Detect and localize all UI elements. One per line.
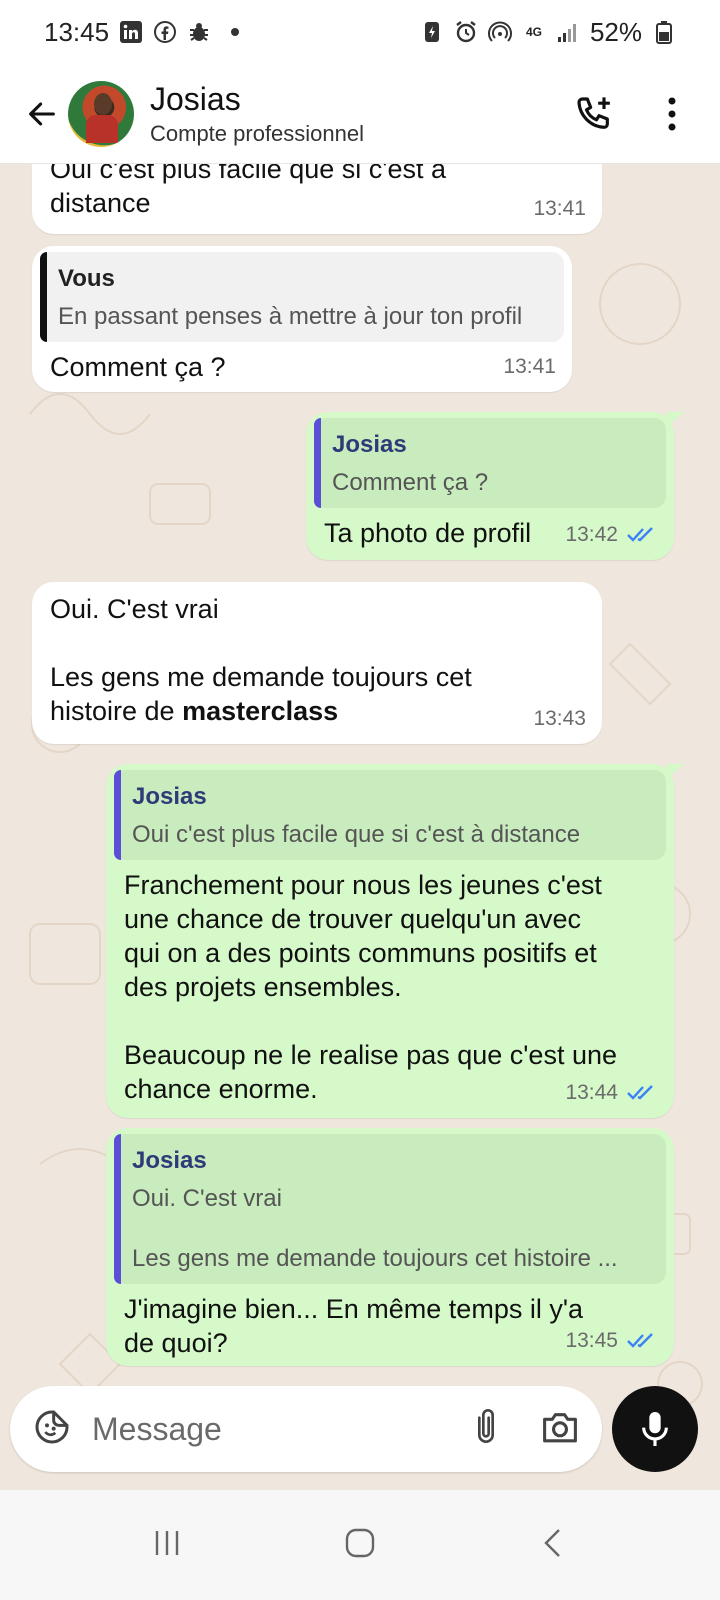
system-back-button[interactable]: [537, 1527, 569, 1564]
message-bubble-incoming[interactable]: Oui. C'est vrai Les gens me demande touj…: [32, 582, 602, 744]
message-text-bold: masterclass: [182, 696, 339, 726]
attachment-icon[interactable]: [470, 1407, 502, 1452]
more-options-button[interactable]: [648, 90, 696, 138]
emoji-sticker-icon[interactable]: [32, 1407, 72, 1452]
avatar[interactable]: [68, 80, 134, 147]
battery-icon: [652, 20, 676, 44]
message-time: 13:45: [565, 1329, 618, 1352]
camera-icon[interactable]: [540, 1409, 580, 1450]
quote-author: Josias: [132, 783, 207, 810]
message-text: Oui. C'est vrai Les gens me demande touj…: [50, 592, 586, 728]
message-input[interactable]: Message: [92, 1411, 470, 1448]
voice-record-button[interactable]: [612, 1386, 698, 1472]
quoted-message[interactable]: Josias Oui. C'est vrai Les gens me deman…: [114, 1134, 666, 1284]
alarm-icon: [454, 20, 478, 44]
quote-text: Oui c'est plus facile que si c'est à dis…: [132, 821, 581, 848]
message-bubble-outgoing[interactable]: Josias Oui. C'est vrai Les gens me deman…: [106, 1128, 674, 1366]
message-bubble-incoming[interactable]: Oui c'est plus facile que si c'est à dis…: [32, 164, 602, 234]
linkedin-icon: [119, 20, 143, 44]
contact-name: Josias: [150, 80, 241, 117]
signal-icon: [556, 20, 580, 44]
add-call-button[interactable]: [570, 90, 618, 138]
microphone-icon: [642, 1412, 668, 1446]
message-time: 13:42: [565, 523, 618, 546]
contact-subtitle: Compte professionnel: [150, 120, 365, 146]
message-text: Franchement pour nous les jeunes c'est u…: [124, 870, 618, 1104]
home-button[interactable]: [344, 1527, 376, 1564]
quote-author: Vous: [58, 265, 115, 292]
message-input-box[interactable]: Message: [10, 1386, 602, 1472]
chat-header: Josias Compte professionnel: [0, 64, 720, 164]
more-vert-icon: [668, 97, 676, 130]
read-ticks-icon: [626, 1332, 658, 1350]
message-time: 13:44: [565, 1081, 618, 1104]
battery-percent: 52%: [589, 16, 642, 47]
notification-dot-icon: [231, 28, 240, 36]
message-text: Ta photo de profil: [324, 518, 532, 548]
status-time: 13:45: [44, 16, 110, 47]
chevron-left-icon: [544, 1528, 561, 1557]
contact-info[interactable]: Josias Compte professionnel: [150, 81, 364, 147]
system-nav-bar: [0, 1490, 720, 1600]
read-ticks-icon: [626, 526, 658, 544]
quote-text: Comment ça ?: [332, 469, 489, 496]
home-icon: [345, 1528, 375, 1557]
message-time: 13:41: [533, 197, 586, 220]
quoted-message[interactable]: Josias Comment ça ?: [314, 418, 666, 508]
back-button[interactable]: [10, 82, 74, 146]
chat-area[interactable]: Oui c'est plus facile que si c'est à dis…: [0, 164, 720, 1490]
bug-icon: [187, 20, 211, 44]
hotspot-icon: [487, 20, 512, 44]
quote-author: Josias: [132, 1147, 207, 1174]
facebook-icon: [153, 20, 177, 44]
message-time: 13:41: [503, 355, 556, 378]
phone-plus-icon: [577, 96, 610, 129]
message-bubble-outgoing[interactable]: Josias Comment ça ? Ta photo de profil 1…: [306, 412, 684, 560]
arrow-left-icon: [29, 102, 55, 125]
message-text: Oui c'est plus facile que si c'est à dis…: [50, 164, 454, 218]
status-bar: 13:45 4G 52%: [0, 0, 720, 64]
quote-text: En passant penses à mettre à jour ton pr…: [58, 303, 523, 330]
recents-icon: [155, 1530, 178, 1555]
message-time: 13:43: [533, 707, 586, 730]
battery-saver-icon: [420, 20, 444, 44]
message-bubble-outgoing[interactable]: Josias Oui c'est plus facile que si c'es…: [106, 764, 684, 1118]
quoted-message[interactable]: Vous En passant penses à mettre à jour t…: [40, 252, 564, 342]
mobile-data-icon: 4G: [525, 25, 542, 39]
quote-text: Oui. C'est vrai Les gens me demande touj…: [132, 1185, 618, 1272]
recent-apps-button[interactable]: [151, 1527, 183, 1564]
quote-author: Josias: [332, 431, 407, 458]
quoted-message[interactable]: Josias Oui c'est plus facile que si c'es…: [114, 770, 666, 860]
read-ticks-icon: [626, 1084, 658, 1102]
message-text: Comment ça ?: [50, 352, 226, 382]
message-bubble-incoming[interactable]: Vous En passant penses à mettre à jour t…: [32, 246, 572, 392]
